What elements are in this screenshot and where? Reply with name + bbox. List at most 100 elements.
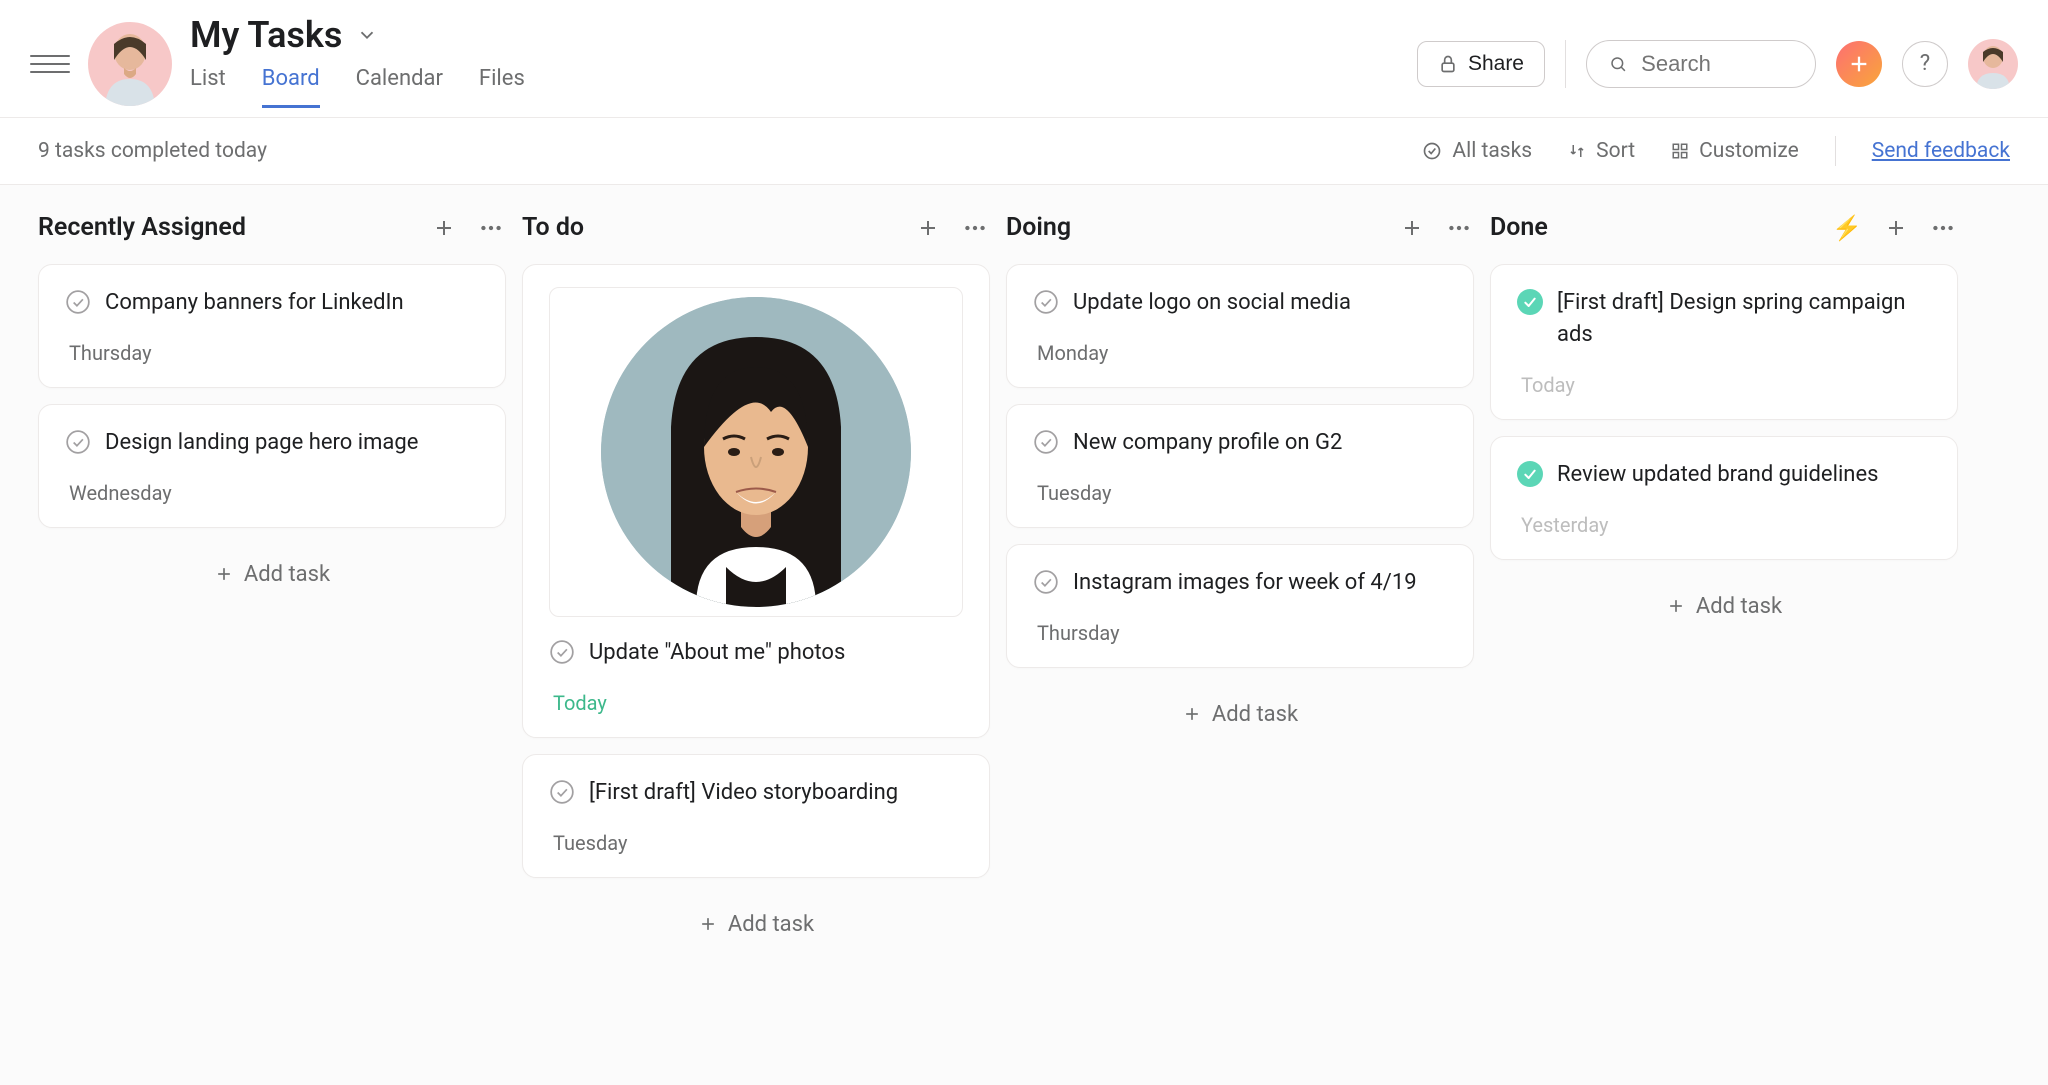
board-column: To do Update "About me" photos Today [Firs… <box>522 213 990 955</box>
column-title: Recently Assigned <box>38 213 246 242</box>
column-more-icon[interactable] <box>962 215 988 241</box>
plus-icon <box>698 914 718 934</box>
toolbar: 9 tasks completed today All tasks Sort C… <box>0 118 2048 185</box>
task-date: Thursday <box>1033 621 1447 645</box>
column-header: Done ⚡ <box>1490 213 1958 242</box>
search-box[interactable] <box>1586 40 1816 88</box>
add-task-button[interactable]: Add task <box>1490 576 1958 637</box>
check-circle-icon <box>1033 289 1059 315</box>
column-more-icon[interactable] <box>1446 215 1472 241</box>
topbar: My Tasks List Board Calendar Files Share… <box>0 0 2048 118</box>
send-feedback-link[interactable]: Send feedback <box>1872 139 2010 163</box>
column-header: Recently Assigned <box>38 213 506 242</box>
column-more-icon[interactable] <box>478 215 504 241</box>
board-column: Doing Update logo on social media Monday Ne… <box>1006 213 1474 745</box>
column-actions <box>1400 215 1472 241</box>
check-circle-icon <box>65 289 91 315</box>
sort-icon <box>1568 142 1586 160</box>
board-column: Recently Assigned Company banners for Lin… <box>38 213 506 605</box>
column-header: To do <box>522 213 990 242</box>
grid-icon <box>1671 142 1689 160</box>
add-task-label: Add task <box>1212 702 1298 727</box>
profile-avatar[interactable] <box>1968 39 2018 89</box>
check-circle-icon <box>1033 569 1059 595</box>
task-complete-toggle[interactable] <box>549 779 575 805</box>
task-date: Wednesday <box>65 481 479 505</box>
plus-icon <box>432 216 456 240</box>
plus-icon <box>1400 216 1424 240</box>
task-date: Tuesday <box>549 831 963 855</box>
task-date: Monday <box>1033 341 1447 365</box>
task-complete-toggle[interactable] <box>549 639 575 665</box>
task-complete-check[interactable] <box>1517 289 1543 315</box>
tab-board[interactable]: Board <box>262 66 320 108</box>
plus-icon <box>1848 53 1870 75</box>
check-circle-icon <box>1422 141 1442 161</box>
column-title: To do <box>522 213 584 242</box>
task-card[interactable]: Design landing page hero imageWednesday <box>38 404 506 528</box>
add-task-icon[interactable] <box>432 216 456 240</box>
task-title: Update "About me" photos <box>589 637 845 669</box>
task-card[interactable]: Instagram images for week of 4/19Thursda… <box>1006 544 1474 668</box>
column-title: Done <box>1490 213 1548 242</box>
task-date: Today <box>1517 373 1931 397</box>
more-icon <box>1930 215 1956 241</box>
task-complete-toggle[interactable] <box>1033 289 1059 315</box>
task-card[interactable]: Company banners for LinkedInThursday <box>38 264 506 388</box>
user-avatar[interactable] <box>88 22 172 106</box>
add-task-button[interactable]: Add task <box>1006 684 1474 745</box>
task-title: [First draft] Video storyboarding <box>589 777 898 809</box>
task-card[interactable]: Update "About me" photos Today <box>522 264 990 738</box>
title-area: My Tasks List Board Calendar Files <box>190 14 1399 108</box>
plus-icon <box>1182 704 1202 724</box>
column-actions <box>432 215 504 241</box>
task-complete-toggle[interactable] <box>1033 429 1059 455</box>
add-task-button[interactable]: Add task <box>522 894 990 955</box>
task-date: Yesterday <box>1517 513 1931 537</box>
more-icon <box>1446 215 1472 241</box>
column-more-icon[interactable] <box>1930 215 1956 241</box>
search-input[interactable] <box>1641 51 1793 77</box>
task-complete-toggle[interactable] <box>1033 569 1059 595</box>
search-icon <box>1609 53 1627 75</box>
task-card[interactable]: Review updated brand guidelinesYesterday <box>1490 436 1958 560</box>
tab-files[interactable]: Files <box>479 66 525 108</box>
bolt-icon[interactable]: ⚡ <box>1832 214 1862 242</box>
plus-icon <box>1884 216 1908 240</box>
portrait-image <box>601 297 911 607</box>
card-image-preview <box>549 287 963 617</box>
new-button[interactable] <box>1836 41 1882 87</box>
task-date: Today <box>549 691 963 715</box>
task-card[interactable]: [First draft] Video storyboarding Tuesday <box>522 754 990 878</box>
chevron-down-icon[interactable] <box>356 24 378 46</box>
check-circle-icon <box>549 639 575 665</box>
add-task-button[interactable]: Add task <box>38 544 506 605</box>
add-task-icon[interactable] <box>1400 216 1424 240</box>
add-task-icon[interactable] <box>916 216 940 240</box>
add-task-icon[interactable] <box>1884 216 1908 240</box>
customize-button[interactable]: Customize <box>1671 139 1799 163</box>
add-task-label: Add task <box>244 562 330 587</box>
sort-button[interactable]: Sort <box>1568 139 1635 163</box>
task-card[interactable]: Update logo on social media Monday <box>1006 264 1474 388</box>
more-icon <box>478 215 504 241</box>
task-complete-toggle[interactable] <box>65 429 91 455</box>
column-header: Doing <box>1006 213 1474 242</box>
share-button[interactable]: Share <box>1417 41 1545 87</box>
add-task-label: Add task <box>728 912 814 937</box>
task-complete-toggle[interactable] <box>65 289 91 315</box>
task-title: Company banners for LinkedIn <box>105 287 404 319</box>
task-complete-check[interactable] <box>1517 461 1543 487</box>
plus-icon <box>214 564 234 584</box>
task-card[interactable]: New company profile on G2Tuesday <box>1006 404 1474 528</box>
task-title: Update logo on social media <box>1073 287 1351 319</box>
help-button[interactable]: ? <box>1902 41 1948 87</box>
add-task-label: Add task <box>1696 594 1782 619</box>
more-icon <box>962 215 988 241</box>
tab-calendar[interactable]: Calendar <box>356 66 443 108</box>
hamburger-menu[interactable] <box>30 44 70 84</box>
column-title: Doing <box>1006 213 1071 242</box>
filter-all-tasks[interactable]: All tasks <box>1422 139 1532 163</box>
tab-list[interactable]: List <box>190 66 226 108</box>
task-card[interactable]: [First draft] Design spring campaign ads… <box>1490 264 1958 420</box>
